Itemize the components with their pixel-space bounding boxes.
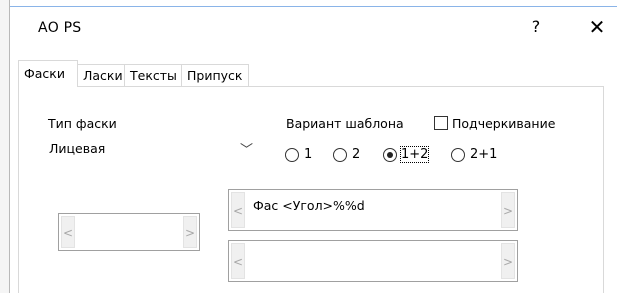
tab-allowance[interactable]: Припуск <box>181 64 249 86</box>
chamfer-type-select[interactable]: Лицевая ﹀ <box>44 137 260 159</box>
scroll-right-button[interactable]: > <box>501 243 515 279</box>
radio-variant-1plus2-label: 1+2 <box>399 146 430 163</box>
scroll-right-button[interactable]: > <box>501 192 515 228</box>
radio-variant-2-label: 2 <box>352 147 361 162</box>
help-button[interactable]: ? <box>526 17 546 36</box>
tab-label: Припуск <box>187 68 243 83</box>
underline-checkbox[interactable] <box>434 116 448 130</box>
radio-variant-1-label: 1 <box>304 147 313 162</box>
top-format-value: Фас <Угол>%%d <box>253 198 365 213</box>
chevron-right-icon: > <box>502 204 514 218</box>
radio-variant-1[interactable] <box>285 148 299 162</box>
tab-texts[interactable]: Тексты <box>124 64 182 86</box>
tab-label: Фаски <box>24 66 65 81</box>
background-window-edge <box>0 0 617 7</box>
background-window-left-edge <box>0 0 10 293</box>
tab-label: Тексты <box>130 68 177 83</box>
chevron-down-icon: ﹀ <box>239 143 253 158</box>
underline-label: Подчеркивание <box>452 116 556 131</box>
tab-chamfers[interactable]: Фаски <box>18 60 78 87</box>
radio-variant-2plus1[interactable] <box>451 148 465 162</box>
chamfer-type-label: Тип фаски <box>48 116 117 131</box>
chevron-right-icon: > <box>502 255 514 269</box>
window-title: АО PS <box>38 20 82 36</box>
scroll-right-button[interactable]: > <box>183 216 197 248</box>
scroll-left-button[interactable]: < <box>231 192 245 228</box>
small-spin-field[interactable]: < > <box>58 213 200 251</box>
bottom-format-field[interactable]: < > <box>228 240 518 282</box>
chevron-left-icon: < <box>232 204 244 218</box>
tab-laski[interactable]: Ласки <box>77 64 125 86</box>
scroll-left-button[interactable]: < <box>231 243 245 279</box>
radio-variant-2plus1-label: 2+1 <box>470 147 498 162</box>
chevron-left-icon: < <box>62 226 74 240</box>
scroll-left-button[interactable]: < <box>61 216 75 248</box>
radio-variant-1plus2[interactable] <box>383 148 397 162</box>
close-button[interactable]: ✕ <box>584 15 610 39</box>
chevron-right-icon: > <box>184 226 196 240</box>
chevron-left-icon: < <box>232 255 244 269</box>
chamfer-type-value: Лицевая <box>49 141 106 156</box>
top-format-field[interactable]: < Фас <Угол>%%d > <box>228 189 518 231</box>
radio-variant-2[interactable] <box>333 148 347 162</box>
template-variant-label: Вариант шаблона <box>286 116 404 131</box>
tab-label: Ласки <box>83 68 123 83</box>
